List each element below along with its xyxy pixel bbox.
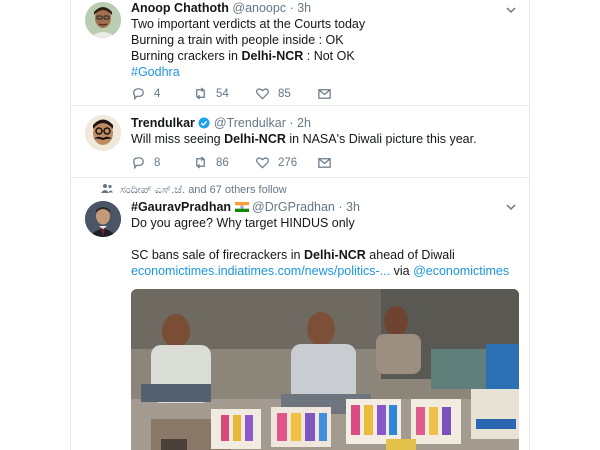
display-name[interactable]: Anoop Chathoth: [131, 1, 229, 15]
retweet-icon: [196, 156, 205, 169]
timeline: Anoop Chathoth @anoopc · 3h Two importan…: [70, 0, 530, 450]
tweet-photo[interactable]: [131, 289, 519, 450]
tweet-line: SC bans sale of firecrackers in Delhi-NC…: [131, 248, 455, 262]
timestamp[interactable]: 3h: [297, 1, 311, 15]
avatar[interactable]: [85, 201, 121, 237]
display-name[interactable]: Trendulkar: [131, 116, 195, 130]
like-count: 276: [278, 156, 298, 169]
reply-icon: [133, 157, 144, 170]
tweet-anoop[interactable]: Anoop Chathoth @anoopc · 3h Two importan…: [71, 0, 529, 106]
context-text: ಸಂದೀಪ್ ಎಸ್.ಜೆ. and 67 others follow: [120, 184, 287, 196]
social-context[interactable]: ಸಂದೀಪ್ ಎಸ್.ಜೆ. and 67 others follow: [101, 183, 287, 197]
separator-dot: ·: [289, 116, 294, 130]
reply-button[interactable]: 8: [131, 155, 160, 170]
tweet-trendulkar[interactable]: Trendulkar @Trendulkar · 2h Will miss se…: [71, 107, 529, 178]
message-icon: [318, 89, 331, 99]
india-flag-icon: [234, 202, 249, 212]
user-handle[interactable]: @Trendulkar: [214, 116, 286, 130]
tweet-actions: 4 54 85: [131, 86, 461, 102]
like-icon: [256, 157, 269, 169]
like-button[interactable]: 85: [255, 86, 291, 101]
via-text: via: [390, 264, 414, 278]
tweet-gauravpradhan[interactable]: ಸಂದೀಪ್ ಎಸ್.ಜೆ. and 67 others follow #Gau…: [71, 179, 529, 450]
reply-button[interactable]: 4: [131, 86, 160, 101]
article-link[interactable]: economictimes.indiatimes.com/news/politi…: [131, 264, 390, 278]
reply-count: 8: [154, 156, 161, 169]
verified-icon: [198, 117, 210, 129]
tweet-text: Do you agree? Why target HINDUS only SC …: [131, 215, 515, 279]
display-name[interactable]: #GauravPradhan: [131, 200, 231, 214]
tweet-line: Burning a train with people inside : OK: [131, 33, 344, 47]
reply-icon: [133, 88, 144, 101]
chevron-down-icon[interactable]: [505, 201, 517, 213]
mention-link[interactable]: @economictimes: [413, 264, 509, 278]
retweet-button[interactable]: 86: [193, 155, 229, 170]
user-handle[interactable]: @DrGPradhan: [252, 200, 335, 214]
retweet-button[interactable]: 54: [193, 86, 229, 101]
chevron-down-icon[interactable]: [505, 4, 517, 16]
tweet-text: Will miss seeing Delhi-NCR in NASA's Diw…: [131, 132, 477, 146]
retweet-count: 86: [216, 156, 229, 169]
like-count: 85: [278, 87, 291, 100]
avatar[interactable]: [85, 115, 121, 151]
people-icon: [101, 184, 113, 193]
message-icon: [318, 158, 331, 168]
like-icon: [256, 88, 269, 100]
separator-dot: ·: [338, 200, 343, 214]
tweet-line: Burning crackers in Delhi-NCR : Not OK: [131, 49, 355, 63]
timestamp[interactable]: 2h: [297, 116, 311, 130]
retweet-count: 54: [216, 87, 229, 100]
separator-dot: ·: [289, 1, 294, 15]
user-handle[interactable]: @anoopc: [232, 1, 286, 15]
avatar[interactable]: [85, 2, 121, 38]
like-button[interactable]: 276: [255, 155, 297, 170]
hashtag-link[interactable]: #Godhra: [131, 65, 180, 79]
tweet-line: Do you agree? Why target HINDUS only: [131, 216, 355, 230]
message-button[interactable]: [317, 86, 340, 101]
timestamp[interactable]: 3h: [346, 200, 360, 214]
tweet-line: Two important verdicts at the Courts tod…: [131, 17, 366, 31]
tweet-text: Two important verdicts at the Courts tod…: [131, 16, 515, 80]
tweet-actions: 8 86 276: [131, 155, 461, 171]
message-button[interactable]: [317, 155, 340, 170]
reply-count: 4: [154, 87, 161, 100]
retweet-icon: [196, 87, 205, 100]
